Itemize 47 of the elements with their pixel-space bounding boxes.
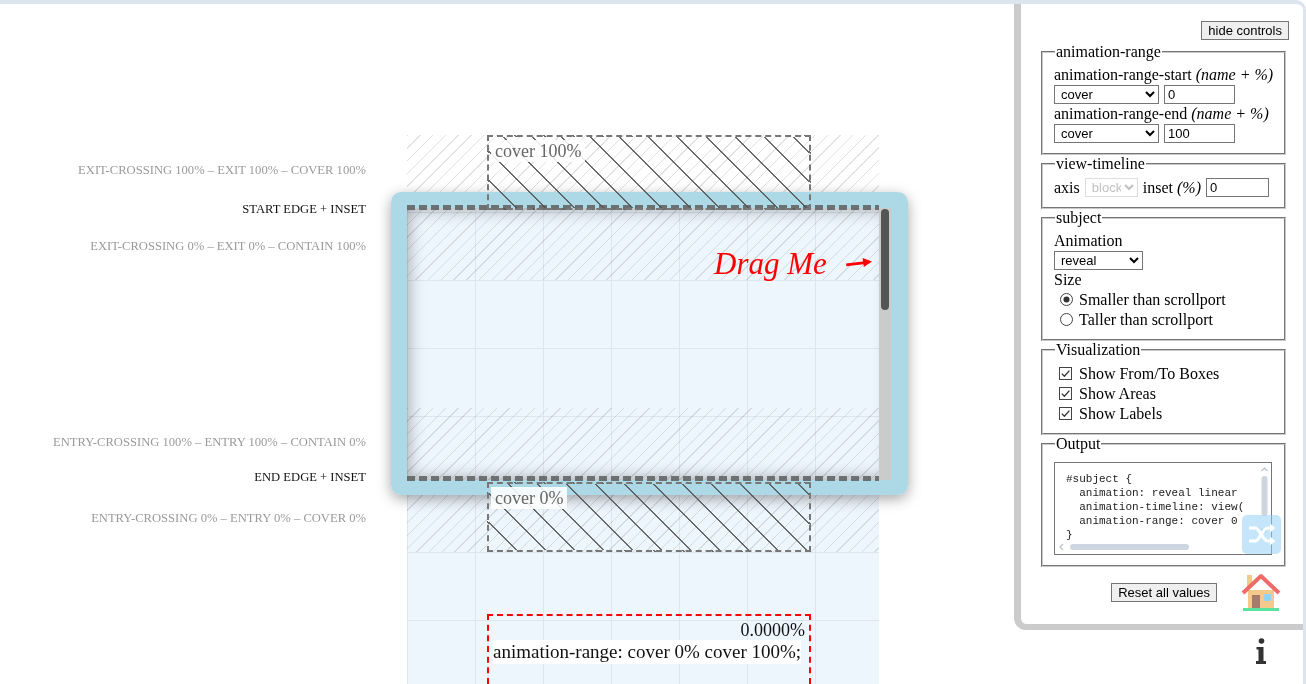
house-icon[interactable] — [1240, 572, 1282, 612]
field-label: axis — [1054, 177, 1080, 197]
timeline-label: EXIT-CROSSING 0% – EXIT 0% – CONTAIN 100% — [90, 239, 366, 253]
field-label: Size — [1054, 270, 1083, 289]
group-legend: subject — [1055, 210, 1103, 226]
range-percent-input[interactable]: 100 — [1164, 123, 1235, 143]
timeline-label: ENTRY-CROSSING 100% – ENTRY 100% – CONTAIN 0% — [53, 435, 366, 449]
arrow-icon — [846, 257, 872, 268]
group-legend: animation-range — [1055, 44, 1162, 60]
group-legend: Visualization — [1055, 342, 1142, 358]
group-legend: view-timeline — [1055, 156, 1146, 172]
range-name-select[interactable]: cover — [1054, 123, 1159, 143]
option-label: Taller than scrollport — [1079, 309, 1213, 329]
inset-input[interactable]: 0 — [1206, 177, 1269, 197]
field-label: animation-range-start (name + %) — [1054, 65, 1275, 84]
field-label: inset (%) — [1142, 177, 1201, 197]
field-label: animation-range-end (name + %) — [1054, 104, 1270, 123]
range-box-label: cover 100% — [491, 140, 586, 162]
css-declaration: animation-range: cover 0% cover 100%; — [493, 640, 802, 664]
hide-controls-button[interactable]: hide controls — [1201, 21, 1289, 40]
group-legend: Output — [1055, 436, 1102, 452]
subject-box[interactable]: 0.0000% animation-range: cover 0% cover 100%; — [487, 614, 811, 684]
option-checkbox[interactable] — [1059, 406, 1072, 420]
option-label: Show Areas — [1079, 383, 1156, 403]
range-percent-input[interactable]: 0 — [1164, 84, 1235, 104]
scrollbar[interactable] — [879, 208, 891, 480]
size-radio[interactable] — [1060, 312, 1073, 326]
output-textarea[interactable]: #subject { animation: reveal linear animation-timeline: view( animation-range: cover 0 } — [1054, 462, 1272, 555]
reset-button[interactable]: Reset all values — [1111, 582, 1217, 602]
field-label: Animation — [1054, 231, 1124, 250]
animation-select[interactable]: reveal — [1054, 250, 1143, 270]
option-label: Smaller than scrollport — [1079, 289, 1226, 309]
info-icon[interactable] — [1255, 638, 1267, 664]
range-name-select[interactable]: cover — [1054, 84, 1159, 104]
option-label: Show From/To Boxes — [1079, 363, 1220, 383]
size-radio[interactable] — [1060, 292, 1073, 306]
option-checkbox[interactable] — [1059, 386, 1072, 400]
progress-readout: 0.0000% — [740, 621, 805, 640]
option-label: Show Labels — [1079, 403, 1163, 423]
drag-hint: Drag Me — [714, 247, 827, 281]
timeline-label: END EDGE + INSET — [254, 470, 366, 484]
range-box-label: cover 0% — [491, 487, 568, 509]
timeline-label: ENTRY-CROSSING 0% – ENTRY 0% – COVER 0% — [91, 511, 366, 525]
timeline-label: EXIT-CROSSING 100% – EXIT 100% – COVER 100% — [78, 163, 366, 177]
timeline-label: START EDGE + INSET — [242, 202, 366, 216]
scrollbar-thumb[interactable] — [881, 209, 889, 310]
option-checkbox[interactable] — [1059, 366, 1072, 380]
